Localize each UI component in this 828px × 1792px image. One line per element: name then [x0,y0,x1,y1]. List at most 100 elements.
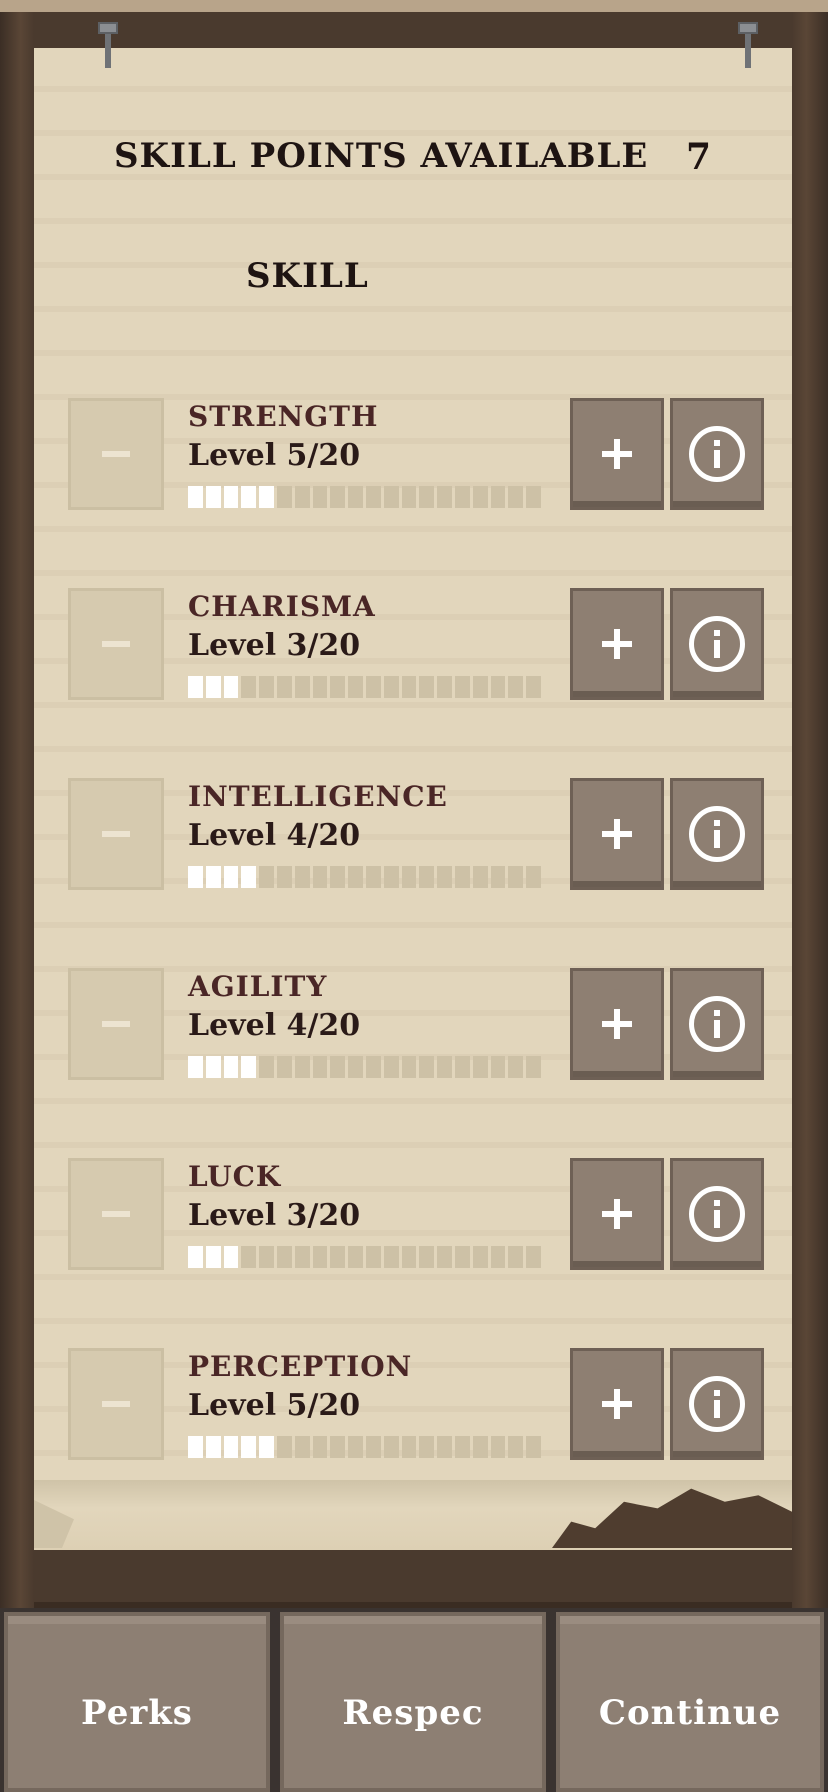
increase-skill-button[interactable] [570,778,664,890]
level-segment-filled [188,1246,203,1268]
level-segment-empty [454,486,470,508]
decrease-skill-button[interactable] [68,1158,164,1270]
level-segment-empty [348,1436,363,1458]
level-segment-empty [508,1246,524,1268]
increase-skill-button[interactable] [570,968,664,1080]
respec-button[interactable]: Respec [280,1612,546,1792]
board-frame-right [792,0,828,1608]
skill-level-text: Level 3/20 [188,1198,361,1233]
level-segment-empty [312,1436,328,1458]
level-segment-empty [312,1246,328,1268]
minus-icon [102,1211,130,1217]
info-icon [689,1376,745,1432]
level-segment-empty [419,1436,435,1458]
level-segment-empty [383,1246,399,1268]
level-segment-empty [401,486,417,508]
level-segment-empty [259,676,274,698]
skill-info-button[interactable] [670,398,764,510]
level-segment-empty [383,1056,399,1078]
skill-level-bar [188,866,541,888]
level-segment-empty [472,486,488,508]
skill-name: INTELLIGENCE [188,780,448,813]
skill-level-text: Level 5/20 [188,438,361,473]
increase-skill-button[interactable] [570,398,664,510]
level-segment-empty [276,1436,292,1458]
skill-info-button[interactable] [670,1158,764,1270]
level-segment-filled [259,486,274,508]
level-segment-filled [205,866,221,888]
level-segment-empty [401,866,417,888]
plus-icon [602,1199,632,1229]
decrease-skill-button[interactable] [68,778,164,890]
decrease-skill-button[interactable] [68,588,164,700]
skill-row-agility: AGILITY Level 4/20 [68,968,768,1082]
level-segment-empty [526,676,541,698]
level-segment-filled [223,866,239,888]
skill-level-bar [188,676,541,698]
level-segment-empty [365,1056,381,1078]
level-segment-empty [437,1246,452,1268]
level-segment-empty [526,1436,541,1458]
decrease-skill-button[interactable] [68,1348,164,1460]
level-segment-empty [294,866,310,888]
level-segment-empty [490,486,506,508]
decrease-skill-button[interactable] [68,968,164,1080]
level-segment-empty [330,1436,346,1458]
level-segment-empty [490,1056,506,1078]
continue-button[interactable]: Continue [556,1612,824,1792]
skill-info-button[interactable] [670,778,764,890]
level-segment-empty [330,1056,346,1078]
level-segment-empty [508,866,524,888]
level-segment-filled [188,1436,203,1458]
level-segment-empty [276,1246,292,1268]
level-segment-empty [472,1436,488,1458]
minus-icon [102,451,130,457]
plus-icon [602,439,632,469]
level-segment-filled [188,486,203,508]
info-icon [689,426,745,482]
level-segment-empty [330,486,346,508]
level-segment-empty [419,1246,435,1268]
level-segment-empty [526,1056,541,1078]
level-segment-empty [276,1056,292,1078]
level-segment-empty [472,1246,488,1268]
level-segment-empty [454,1436,470,1458]
level-segment-empty [508,486,524,508]
skill-info-button[interactable] [670,968,764,1080]
level-segment-filled [223,1246,239,1268]
level-segment-empty [348,1246,363,1268]
increase-skill-button[interactable] [570,1158,664,1270]
skill-row-perception: PERCEPTION Level 5/20 [68,1348,768,1462]
skill-row-strength: STRENGTH Level 5/20 [68,398,768,512]
skill-name: STRENGTH [188,400,379,433]
skill-info-button[interactable] [670,588,764,700]
skill-column-heading: SKILL [246,256,369,296]
skill-info-button[interactable] [670,1348,764,1460]
level-segment-filled [241,486,257,508]
skill-level-text: Level 5/20 [188,1388,361,1423]
level-segment-empty [419,1056,435,1078]
level-segment-empty [330,866,346,888]
increase-skill-button[interactable] [570,588,664,700]
level-segment-empty [259,1056,274,1078]
level-segment-filled [259,1436,274,1458]
level-segment-empty [401,1436,417,1458]
level-segment-empty [419,486,435,508]
perks-button[interactable]: Perks [4,1612,270,1792]
level-segment-empty [294,676,310,698]
level-segment-empty [241,676,257,698]
increase-skill-button[interactable] [570,1348,664,1460]
level-segment-filled [188,1056,203,1078]
level-segment-filled [223,1436,239,1458]
plus-icon [602,629,632,659]
level-segment-filled [205,1246,221,1268]
decrease-skill-button[interactable] [68,398,164,510]
level-segment-empty [490,1436,506,1458]
level-segment-empty [312,486,328,508]
skill-row-charisma: CHARISMA Level 3/20 [68,588,768,702]
skill-level-bar [188,1436,541,1458]
skill-name: LUCK [188,1160,282,1193]
level-segment-empty [330,1246,346,1268]
level-segment-empty [294,1056,310,1078]
level-segment-filled [205,1436,221,1458]
